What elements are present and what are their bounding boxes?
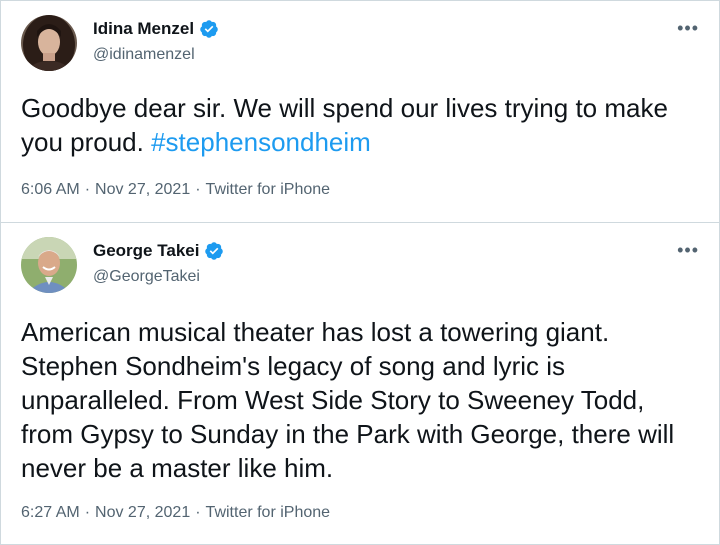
tweet-meta: 6:27 AM · Nov 27, 2021 · Twitter for iPh…	[21, 504, 330, 522]
tweets-frame: Idina Menzel @idinamenzel ••• Goodbye de…	[0, 0, 720, 545]
meta-separator: ·	[84, 181, 91, 198]
tweet-date[interactable]: Nov 27, 2021	[95, 504, 190, 522]
display-name[interactable]: Idina Menzel	[93, 19, 194, 39]
tweet-time[interactable]: 6:27 AM	[21, 504, 80, 522]
tweet-source[interactable]: Twitter for iPhone	[206, 181, 331, 199]
display-name[interactable]: George Takei	[93, 241, 199, 261]
author-row: George Takei	[93, 241, 224, 261]
tweet-text: American musical theater has lost a towe…	[21, 317, 675, 483]
avatar-idina-menzel[interactable]	[21, 15, 77, 71]
tweet-source[interactable]: Twitter for iPhone	[206, 504, 331, 522]
hashtag-link[interactable]: #stephensondheim	[151, 127, 371, 157]
meta-separator: ·	[195, 181, 201, 198]
meta-separator: ·	[84, 504, 91, 521]
verified-badge-icon	[204, 241, 224, 261]
tweet-george-takei[interactable]: George Takei @GeorgeTakei ••• American m…	[1, 223, 719, 544]
tweet-date[interactable]: Nov 27, 2021	[95, 181, 190, 199]
tweet-meta: 6:06 AM · Nov 27, 2021 · Twitter for iPh…	[21, 181, 330, 199]
tweet-idina-menzel[interactable]: Idina Menzel @idinamenzel ••• Goodbye de…	[1, 1, 719, 221]
verified-badge-icon	[199, 19, 219, 39]
more-horizontal-icon[interactable]: •••	[677, 19, 699, 37]
handle[interactable]: @idinamenzel	[93, 46, 195, 64]
avatar-george-takei[interactable]	[21, 237, 77, 293]
meta-separator: ·	[195, 504, 201, 521]
more-horizontal-icon[interactable]: •••	[677, 241, 699, 259]
handle[interactable]: @GeorgeTakei	[93, 268, 200, 286]
tweet-time[interactable]: 6:06 AM	[21, 181, 80, 199]
author-row: Idina Menzel	[93, 19, 219, 39]
tweet-text: Goodbye dear sir. We will spend our live…	[21, 91, 699, 159]
